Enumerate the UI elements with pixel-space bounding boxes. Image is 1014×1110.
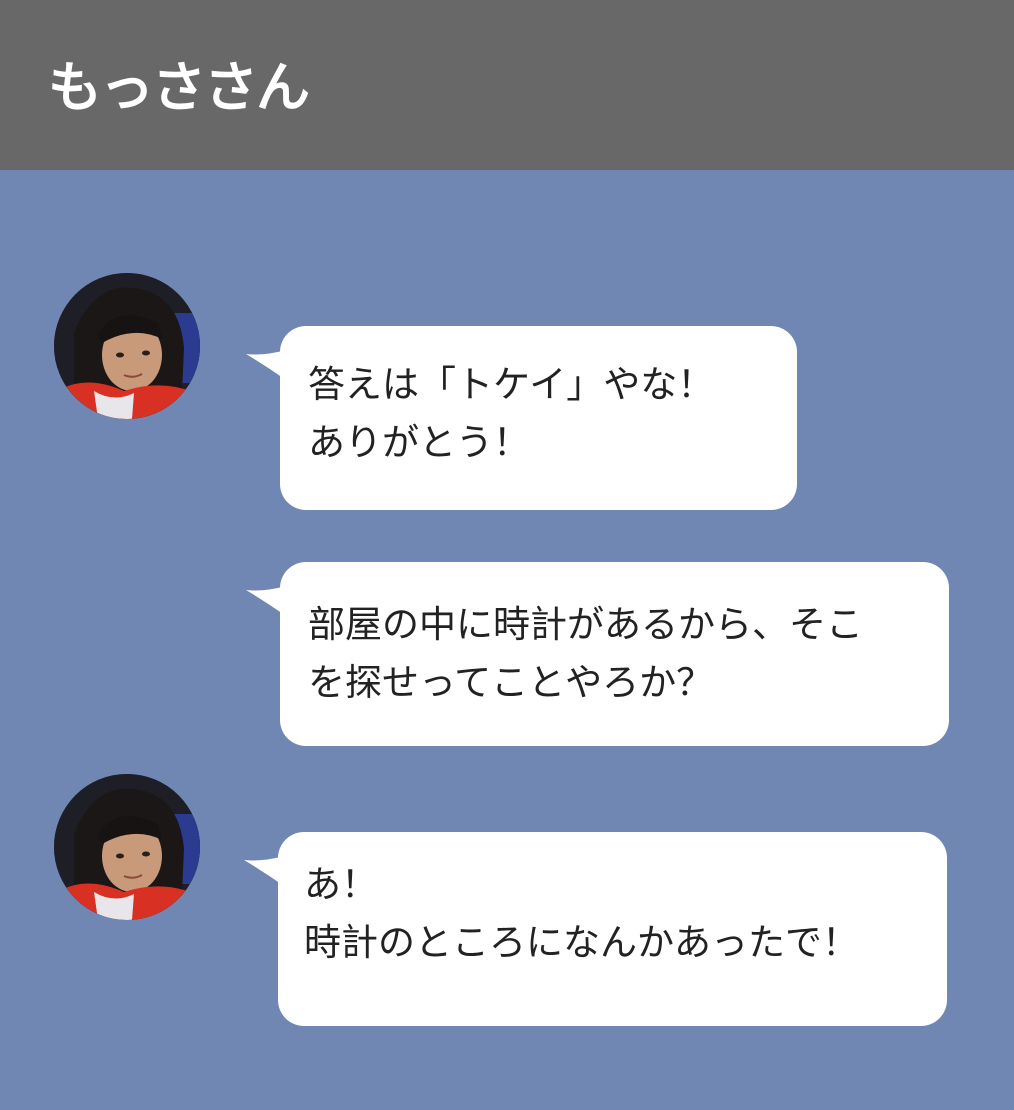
avatar[interactable] [54,774,200,920]
message-text: 答えは「トケイ」やな！ ありがとう！ [308,356,714,472]
message-line: を探せってことやろか？ [308,661,714,704]
chat-title: もっささん [48,56,310,119]
message-line: 答えは「トケイ」やな！ [308,363,715,406]
bubble-tail-icon [246,586,286,616]
message-line: ありがとう！ [308,421,530,464]
message-line: 部屋の中に時計があるから、そこ [308,603,863,646]
message-line: あ！ [304,863,378,906]
message-text: 部屋の中に時計があるから、そこ を探せってことやろか？ [308,596,863,712]
message-text: あ！ 時計のところになんかあったで！ [304,856,859,972]
avatar-photo-icon [54,273,200,419]
message-bubble[interactable]: 部屋の中に時計があるから、そこ を探せってことやろか？ [246,562,949,746]
message-line: 時計のところになんかあったで！ [304,921,859,964]
message-bubble[interactable]: 答えは「トケイ」やな！ ありがとう！ [246,326,797,510]
bubble-tail-icon [244,856,284,886]
avatar-photo-icon [54,774,200,920]
chat-header: もっささん [0,0,1014,170]
avatar[interactable] [54,273,200,419]
bubble-tail-icon [246,350,286,380]
message-bubble[interactable]: あ！ 時計のところになんかあったで！ [244,832,947,1026]
message-list[interactable]: 答えは「トケイ」やな！ ありがとう！ 部屋の中に時計があるから、そこ を探せって… [0,170,1014,1110]
